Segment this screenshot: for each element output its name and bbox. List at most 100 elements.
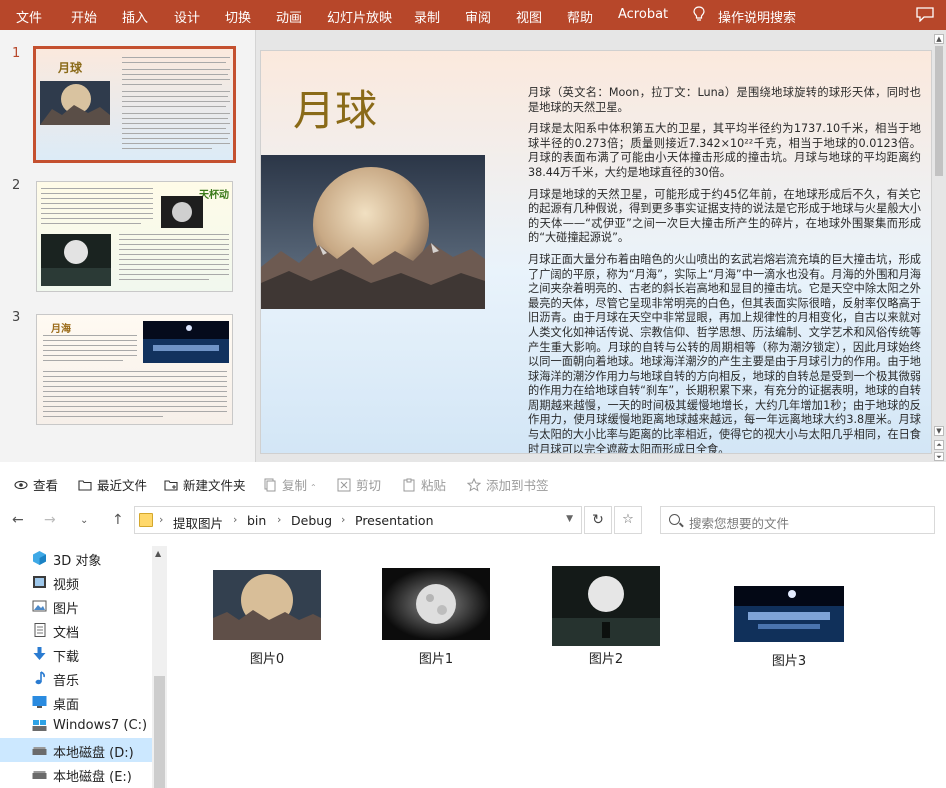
file-name: 图片3 [771, 654, 807, 669]
breadcrumb-item-presentation[interactable]: Presentation [355, 513, 434, 528]
paste-button[interactable]: 粘贴 [402, 475, 446, 494]
breadcrumb-separator-icon[interactable]: › [341, 513, 345, 526]
slide-paragraph-4: 月球正面大量分布着由暗色的火山喷出的玄武岩熔岩流充填的巨大撞击坑，形成了广阔的平… [528, 252, 921, 454]
nav-label: 本地磁盘 (E:) [53, 770, 132, 785]
file-item-1[interactable]: 图片1 [382, 568, 490, 667]
file-item-2[interactable]: 图片2 [552, 566, 660, 667]
current-slide[interactable]: 月球 月球（英文名：Moon，拉丁文：Luna）是围绕地球旋转的球形天体，同时也… [260, 50, 932, 454]
documents-icon [34, 623, 46, 637]
nav-item-drive-d[interactable]: 本地磁盘 (D:) [0, 738, 152, 762]
tab-insert[interactable]: 插入 [122, 7, 148, 26]
breadcrumb-separator-icon[interactable]: › [233, 513, 237, 526]
nav-label: 图片 [53, 602, 80, 617]
history-chevron-icon[interactable]: ⌄ [80, 515, 88, 526]
tab-view[interactable]: 视图 [516, 7, 542, 26]
slide-vertical-scrollbar[interactable]: ▲ ▼ ⏶ ⏷ [932, 30, 946, 462]
file-name: 图片1 [418, 652, 454, 667]
tab-design[interactable]: 设计 [174, 7, 200, 26]
next-slide-icon[interactable]: ⏷ [934, 452, 944, 461]
slide-thumbnail-3[interactable]: 月海 [36, 314, 233, 425]
pin-icon[interactable]: ☆ [614, 506, 642, 534]
scroll-down-icon[interactable]: ▼ [934, 426, 944, 436]
nav-item-3d-objects[interactable]: 3D 对象 [0, 546, 152, 570]
scroll-up-icon[interactable]: ▲ [155, 549, 161, 558]
slide-paragraph-2: 月球是太阳系中体积第五大的卫星，其平均半径约为1737.10千米，相当于地球半径… [528, 122, 921, 179]
up-arrow-icon[interactable]: ↑ [112, 512, 124, 528]
forward-arrow-icon[interactable]: → [44, 512, 56, 528]
breadcrumb-item-bin[interactable]: bin [247, 513, 266, 528]
search-placeholder: 搜索您想要的文件 [689, 516, 790, 531]
slide-number-1: 1 [12, 46, 21, 61]
pictures-icon [32, 600, 47, 612]
copy-dropdown-icon[interactable]: ⌃ [310, 483, 317, 492]
file-item-3[interactable]: 图片3 [734, 586, 844, 670]
slide-thumbnail-1[interactable]: 月球 [33, 46, 236, 163]
nav-item-desktop[interactable]: 桌面 [0, 690, 152, 714]
nav-item-documents[interactable]: 文档 [0, 618, 152, 642]
file-item-0[interactable]: 图片0 [213, 570, 321, 667]
address-bar[interactable]: › 提取图片 › bin › Debug › Presentation ▼ [134, 506, 582, 534]
tab-slideshow[interactable]: 幻灯片放映 [327, 7, 392, 26]
nav-item-music[interactable]: 音乐 [0, 666, 152, 690]
thumb1-title: 月球 [58, 61, 83, 75]
address-dropdown-icon[interactable]: ▼ [566, 514, 573, 524]
nav-item-drive-e[interactable]: 本地磁盘 (E:) [0, 762, 152, 786]
scroll-thumb[interactable] [154, 676, 165, 788]
tab-record[interactable]: 录制 [414, 7, 440, 26]
tab-acrobat[interactable]: Acrobat [618, 7, 668, 22]
breadcrumb-separator-icon[interactable]: › [159, 513, 163, 526]
nav-item-pictures[interactable]: 图片 [0, 594, 152, 618]
slide-paragraph-1: 月球（英文名：Moon，拉丁文：Luna）是围绕地球旋转的球形天体，同时也是地球… [528, 86, 921, 114]
scroll-up-icon[interactable]: ▲ [934, 34, 944, 44]
cut-button[interactable]: 剪切 [337, 475, 381, 494]
add-bookmark-button[interactable]: 添加到书签 [467, 475, 549, 494]
scroll-thumb[interactable] [935, 46, 943, 176]
star-icon [467, 478, 481, 492]
previous-slide-icon[interactable]: ⏶ [934, 440, 944, 450]
new-folder-icon [164, 480, 178, 491]
tab-help[interactable]: 帮助 [567, 7, 593, 26]
copy-icon [264, 478, 276, 492]
nav-item-drive-c[interactable]: Windows7 (C:) [0, 714, 152, 738]
slide-number-3: 3 [12, 310, 21, 325]
nav-label: 本地磁盘 (D:) [53, 746, 134, 761]
slide-body-text[interactable]: 月球（英文名：Moon，拉丁文：Luna）是围绕地球旋转的球形天体，同时也是地球… [528, 86, 921, 454]
paste-label: 粘贴 [421, 478, 447, 493]
tab-review[interactable]: 审阅 [465, 7, 491, 26]
nav-label: 音乐 [53, 674, 80, 689]
slide-thumbnail-panel: 1 月球 2 天杯动 3 月海 [0, 30, 256, 462]
tab-transitions[interactable]: 切换 [225, 7, 251, 26]
view-button[interactable]: 查看 [14, 475, 58, 494]
copy-button[interactable]: 复制 ⌃ [263, 475, 317, 494]
recent-files-label: 最近文件 [97, 478, 148, 493]
file-name: 图片2 [588, 652, 624, 667]
breadcrumb-item-debug[interactable]: Debug [291, 513, 332, 528]
slide-thumbnail-2[interactable]: 天杯动 [36, 181, 233, 292]
moon-landscape-image[interactable] [261, 155, 485, 309]
explorer-toolbar: 查看 最近文件 新建文件夹 复制 ⌃ 剪切 粘贴 添加到书签 [0, 462, 946, 500]
paste-icon [403, 478, 415, 492]
recent-folder-icon [78, 480, 92, 491]
nav-label: 桌面 [53, 698, 80, 713]
new-folder-button[interactable]: 新建文件夹 [164, 475, 246, 494]
thumbnail-moon-hall [552, 566, 660, 646]
breadcrumb-item-extract-images[interactable]: 提取图片 [173, 513, 223, 532]
comment-icon[interactable] [916, 6, 934, 22]
recent-files-button[interactable]: 最近文件 [78, 475, 147, 494]
nav-pane-scrollbar[interactable]: ▲ [152, 546, 167, 788]
tab-home[interactable]: 开始 [71, 7, 97, 26]
add-bookmark-label: 添加到书签 [486, 478, 549, 493]
search-input[interactable]: 搜索您想要的文件 [660, 506, 935, 534]
refresh-icon[interactable]: ↻ [584, 506, 612, 534]
nav-item-video[interactable]: 视频 [0, 570, 152, 594]
new-folder-label: 新建文件夹 [183, 478, 246, 493]
thumb2-title: 天杯动 [199, 190, 229, 201]
slide-title[interactable]: 月球 [293, 77, 377, 138]
tell-me-search[interactable]: 操作说明搜索 [718, 7, 796, 26]
nav-item-downloads[interactable]: 下载 [0, 642, 152, 666]
tab-animations[interactable]: 动画 [276, 7, 302, 26]
breadcrumb-separator-icon[interactable]: › [277, 513, 281, 526]
back-arrow-icon[interactable]: ← [12, 512, 24, 528]
tab-file[interactable]: 文件 [16, 7, 42, 26]
3d-objects-icon [33, 551, 46, 565]
